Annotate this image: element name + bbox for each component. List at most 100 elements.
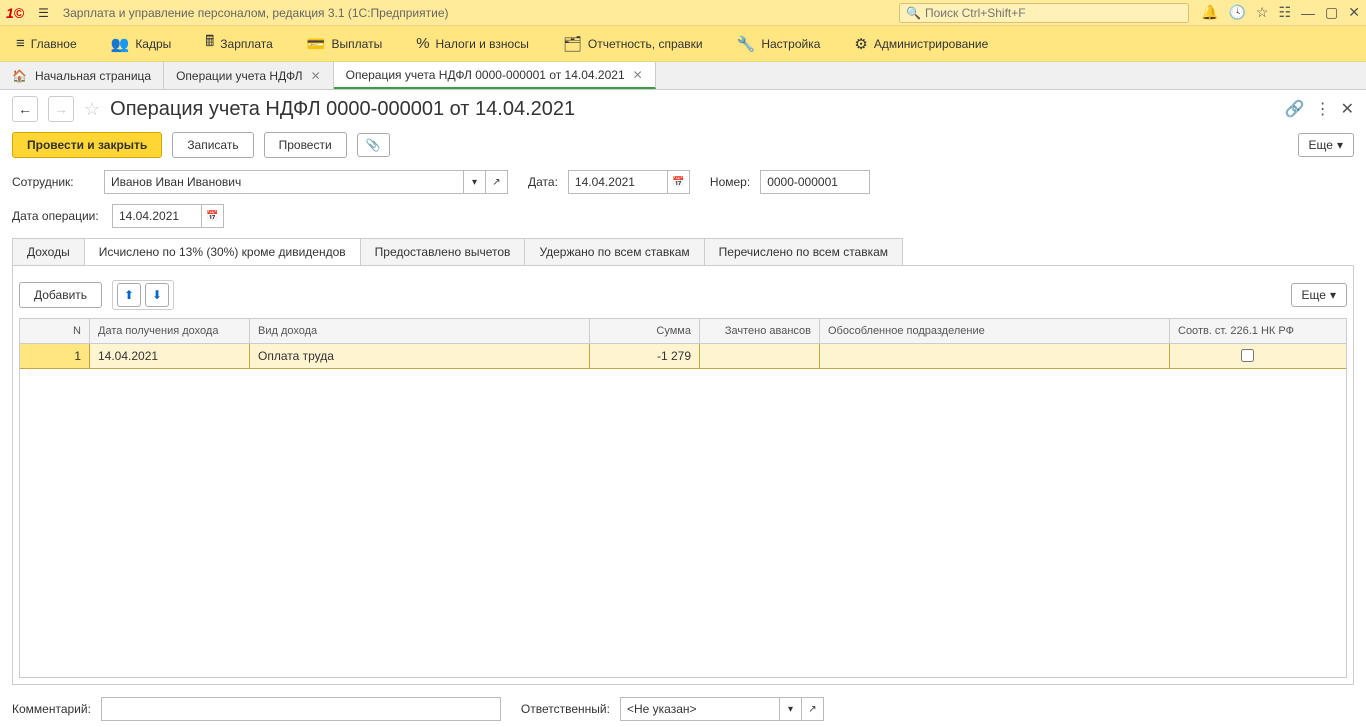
- header-row: ← → ☆ Операция учета НДФЛ 0000-000001 от…: [12, 96, 1354, 122]
- cell-date[interactable]: 14.04.2021: [90, 344, 250, 368]
- table-more-button[interactable]: Еще ▾: [1291, 283, 1347, 307]
- number-input[interactable]: [760, 170, 870, 194]
- search-icon: 🔍: [906, 6, 921, 20]
- cell-dept[interactable]: [820, 344, 1170, 368]
- dropdown-icon[interactable]: ▾: [780, 697, 802, 721]
- cell-chk[interactable]: [1170, 344, 1325, 367]
- table-toolbar: Добавить ⬆ ⬇ Еще ▾: [19, 272, 1347, 318]
- search-input[interactable]: [925, 6, 1182, 20]
- close-icon[interactable]: ✕: [1341, 99, 1354, 119]
- move-up-button[interactable]: ⬆: [117, 283, 141, 307]
- col-sum[interactable]: Сумма: [590, 319, 700, 343]
- nav-item-taxes[interactable]: %Налоги и взносы: [410, 31, 535, 56]
- open-icon[interactable]: ↗: [802, 697, 824, 721]
- star-icon[interactable]: ☆: [1256, 4, 1269, 21]
- attach-button[interactable]: 📎: [357, 133, 390, 157]
- nav-item-settings[interactable]: 🔧Настройка: [731, 31, 827, 57]
- nav-item-salary[interactable]: 🖩Зарплата: [199, 27, 279, 60]
- nav-item-payments[interactable]: 💳Выплаты: [301, 31, 388, 57]
- employee-input[interactable]: [104, 170, 464, 194]
- ptab-deductions[interactable]: Предоставлено вычетов: [360, 238, 526, 265]
- history-icon[interactable]: 🕓: [1228, 4, 1245, 21]
- table-row[interactable]: 1 14.04.2021 Оплата труда -1 279: [20, 344, 1346, 369]
- col-chk[interactable]: Соотв. ст. 226.1 НК РФ: [1170, 319, 1325, 343]
- nav-label: Зарплата: [220, 37, 273, 51]
- close-icon[interactable]: ✕: [633, 68, 643, 82]
- tab-ndfl-doc[interactable]: Операция учета НДФЛ 0000-000001 от 14.04…: [334, 62, 656, 89]
- more-label: Еще: [1302, 288, 1326, 302]
- close-icon[interactable]: ✕: [1348, 4, 1360, 21]
- responsible-input[interactable]: [620, 697, 780, 721]
- ptab-withheld[interactable]: Удержано по всем ставкам: [524, 238, 704, 265]
- number-label: Номер:: [710, 175, 750, 189]
- col-date[interactable]: Дата получения дохода: [90, 319, 250, 343]
- tab-home[interactable]: 🏠 Начальная страница: [0, 62, 164, 89]
- link-icon[interactable]: 🔗: [1285, 99, 1305, 119]
- doc-tabs: 🏠 Начальная страница Операции учета НДФЛ…: [0, 62, 1366, 90]
- form-row-2: Дата операции: 📅: [12, 204, 1354, 228]
- row-checkbox[interactable]: [1241, 349, 1254, 362]
- comment-label: Комментарий:: [12, 702, 91, 716]
- col-dept[interactable]: Обособленное подразделение: [820, 319, 1170, 343]
- nav-item-hr[interactable]: 👥Кадры: [105, 31, 178, 57]
- favorite-icon[interactable]: ☆: [84, 99, 100, 120]
- calendar-icon[interactable]: 📅: [668, 170, 690, 194]
- responsible-field[interactable]: ▾ ↗: [620, 697, 824, 721]
- folder-icon: 🗂: [563, 35, 582, 53]
- more-icon[interactable]: ⋮: [1315, 99, 1331, 119]
- data-grid[interactable]: N Дата получения дохода Вид дохода Сумма…: [19, 318, 1347, 678]
- tab-ndfl-list[interactable]: Операции учета НДФЛ ✕: [164, 62, 334, 89]
- date-field[interactable]: 📅: [568, 170, 690, 194]
- cell-type[interactable]: Оплата труда: [250, 344, 590, 368]
- ptab-calc13[interactable]: Исчислено по 13% (30%) кроме дивидендов: [84, 238, 361, 265]
- header-right: 🔗 ⋮ ✕: [1285, 99, 1354, 119]
- responsible-label: Ответственный:: [521, 702, 610, 716]
- provide-button[interactable]: Провести: [264, 132, 347, 158]
- cell-n[interactable]: 1: [20, 344, 90, 368]
- inner-tabs: Доходы Исчислено по 13% (30%) кроме диви…: [12, 238, 1354, 266]
- home-icon: 🏠: [12, 69, 27, 83]
- employee-label: Сотрудник:: [12, 175, 94, 189]
- minimize-icon[interactable]: —: [1301, 5, 1315, 21]
- cell-adv[interactable]: [700, 344, 820, 368]
- gear-icon: ⚙: [854, 35, 867, 53]
- more-button[interactable]: Еще▾: [1298, 133, 1354, 157]
- tab-label: Операция учета НДФЛ 0000-000001 от 14.04…: [346, 68, 625, 82]
- col-type[interactable]: Вид дохода: [250, 319, 590, 343]
- op-date-field[interactable]: 📅: [112, 204, 224, 228]
- nav-label: Выплаты: [332, 37, 383, 51]
- open-icon[interactable]: ↗: [486, 170, 508, 194]
- move-buttons: ⬆ ⬇: [112, 280, 174, 310]
- provide-close-button[interactable]: Провести и закрыть: [12, 132, 162, 158]
- nav-item-reports[interactable]: 🗂Отчетность, справки: [557, 31, 709, 57]
- filter-icon[interactable]: ☷: [1278, 4, 1291, 21]
- bell-icon[interactable]: 🔔: [1201, 4, 1218, 21]
- hamburger-icon[interactable]: ☰: [38, 6, 49, 20]
- nav-item-admin[interactable]: ⚙Администрирование: [848, 31, 994, 57]
- page-title: Операция учета НДФЛ 0000-000001 от 14.04…: [110, 98, 575, 121]
- cell-sum[interactable]: -1 279: [590, 344, 700, 368]
- tab-label: Начальная страница: [35, 69, 151, 83]
- move-down-button[interactable]: ⬇: [145, 283, 169, 307]
- back-button[interactable]: ←: [12, 96, 38, 122]
- ptab-income[interactable]: Доходы: [12, 238, 85, 265]
- nav-item-main[interactable]: ≡Главное: [10, 31, 83, 56]
- write-button[interactable]: Записать: [172, 132, 253, 158]
- comment-input[interactable]: [101, 697, 501, 721]
- col-adv[interactable]: Зачтено авансов: [700, 319, 820, 343]
- add-button[interactable]: Добавить: [19, 282, 102, 308]
- dropdown-icon[interactable]: ▾: [464, 170, 486, 194]
- chevron-down-icon: ▾: [1330, 288, 1336, 302]
- col-n[interactable]: N: [20, 319, 90, 343]
- close-icon[interactable]: ✕: [311, 69, 321, 83]
- form-row-1: Сотрудник: ▾ ↗ Дата: 📅 Номер:: [12, 170, 1354, 194]
- search-box[interactable]: 🔍: [899, 3, 1189, 23]
- employee-field[interactable]: ▾ ↗: [104, 170, 508, 194]
- op-date-input[interactable]: [112, 204, 202, 228]
- wrench-icon: 🔧: [737, 35, 756, 53]
- date-input[interactable]: [568, 170, 668, 194]
- calendar-icon[interactable]: 📅: [202, 204, 224, 228]
- app-title: Зарплата и управление персоналом, редакц…: [63, 6, 449, 20]
- ptab-transferred[interactable]: Перечислено по всем ставкам: [704, 238, 903, 265]
- maximize-icon[interactable]: ▢: [1325, 4, 1338, 21]
